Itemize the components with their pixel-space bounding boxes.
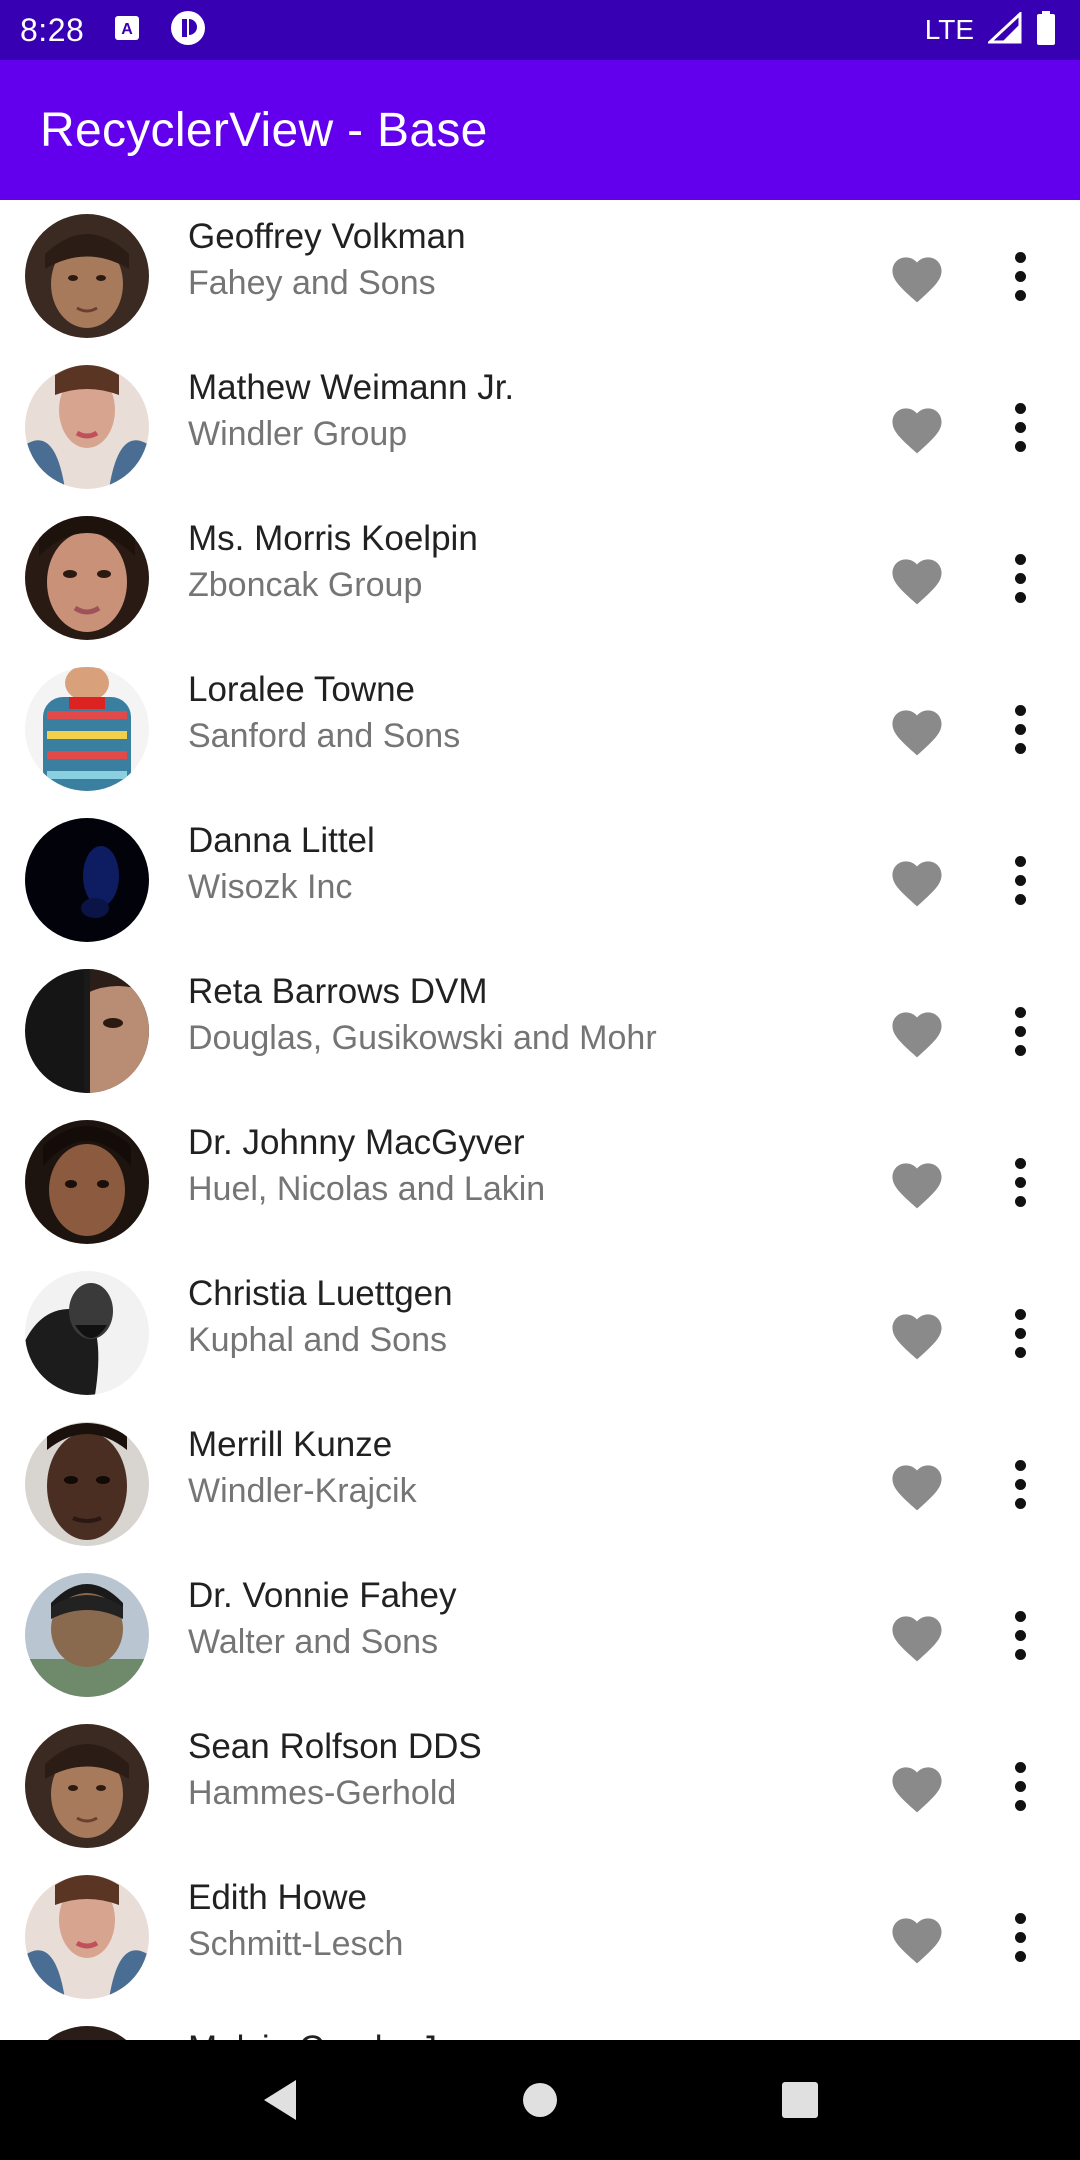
avatar	[25, 969, 149, 1093]
more-vert-icon[interactable]	[995, 1452, 1045, 1516]
item-company: Sanford and Sons	[188, 717, 461, 755]
avatar	[25, 1271, 149, 1395]
heart-icon[interactable]	[887, 1911, 947, 1965]
item-name: Reta Barrows DVM	[188, 972, 488, 1011]
heart-icon[interactable]	[887, 854, 947, 908]
heart-icon[interactable]	[887, 1156, 947, 1210]
heart-icon[interactable]	[887, 703, 947, 757]
list-item[interactable]: Merrill Kunze Windler-Krajcik	[0, 1408, 1080, 1559]
more-vert-icon[interactable]	[995, 546, 1045, 610]
heart-icon[interactable]	[887, 1760, 947, 1814]
item-company: Windler Group	[188, 415, 408, 453]
item-company: Windler-Krajcik	[188, 1472, 417, 1510]
item-company: Douglas, Gusikowski and Mohr	[188, 1019, 657, 1057]
list-item[interactable]: Melvin Crooks Jr.	[0, 2012, 1080, 2040]
list-item[interactable]: Geoffrey Volkman Fahey and Sons	[0, 200, 1080, 351]
recents-icon[interactable]	[760, 2060, 840, 2140]
item-name: Ms. Morris Koelpin	[188, 519, 478, 558]
avatar	[25, 1422, 149, 1546]
battery-icon	[1036, 10, 1056, 50]
list-item[interactable]: Edith Howe Schmitt-Lesch	[0, 1861, 1080, 2012]
item-company: Wisozk Inc	[188, 868, 353, 906]
item-company: Zboncak Group	[188, 566, 423, 604]
item-name: Loralee Towne	[188, 670, 416, 709]
item-company: Schmitt-Lesch	[188, 1925, 404, 1963]
item-company: Hammes-Gerhold	[188, 1774, 457, 1812]
avatar	[25, 1724, 149, 1848]
heart-icon[interactable]	[887, 1458, 947, 1512]
more-vert-icon[interactable]	[995, 697, 1045, 761]
item-name: Dr. Vonnie Fahey	[188, 1576, 457, 1615]
screen: 8:28 A LTE RecyclerView - Base Geoffrey …	[0, 0, 1080, 2160]
avatar	[25, 1120, 149, 1244]
data-saver-icon	[170, 10, 206, 51]
status-bar: 8:28 A LTE	[0, 0, 1080, 60]
network-type: LTE	[924, 14, 974, 45]
item-name: Danna Littel	[188, 821, 375, 860]
list-item[interactable]: Sean Rolfson DDS Hammes-Gerhold	[0, 1710, 1080, 1861]
list-item[interactable]: Dr. Vonnie Fahey Walter and Sons	[0, 1559, 1080, 1710]
heart-icon[interactable]	[887, 1307, 947, 1361]
item-name: Edith Howe	[188, 1878, 367, 1917]
list-item[interactable]: Danna Littel Wisozk Inc	[0, 804, 1080, 955]
avatar	[25, 2026, 149, 2040]
list-item[interactable]: Reta Barrows DVM Douglas, Gusikowski and…	[0, 955, 1080, 1106]
list-item[interactable]: Loralee Towne Sanford and Sons	[0, 653, 1080, 804]
more-vert-icon[interactable]	[995, 1603, 1045, 1667]
more-vert-icon[interactable]	[995, 848, 1045, 912]
list-item[interactable]: Mathew Weimann Jr. Windler Group	[0, 351, 1080, 502]
back-icon[interactable]	[240, 2060, 320, 2140]
avatar	[25, 516, 149, 640]
item-name: Geoffrey Volkman	[188, 217, 466, 256]
item-name: Christia Luettgen	[188, 1274, 453, 1313]
list-item[interactable]: Dr. Johnny MacGyver Huel, Nicolas and La…	[0, 1106, 1080, 1257]
list-item[interactable]: Christia Luettgen Kuphal and Sons	[0, 1257, 1080, 1408]
signal-icon	[986, 10, 1022, 49]
recycler-list[interactable]: Geoffrey Volkman Fahey and Sons Mathew W…	[0, 200, 1080, 2040]
keyboard-a-icon: A	[114, 15, 140, 46]
app-title: RecyclerView - Base	[40, 103, 488, 157]
more-vert-icon[interactable]	[995, 1905, 1045, 1969]
item-name: Sean Rolfson DDS	[188, 1727, 482, 1766]
heart-icon[interactable]	[887, 1005, 947, 1059]
more-vert-icon[interactable]	[995, 999, 1045, 1063]
item-name: Melvin Crooks Jr.	[188, 2029, 456, 2040]
home-icon[interactable]	[500, 2060, 580, 2140]
navigation-bar	[0, 2040, 1080, 2160]
item-company: Walter and Sons	[188, 1623, 439, 1661]
more-vert-icon[interactable]	[995, 1754, 1045, 1818]
item-name: Mathew Weimann Jr.	[188, 368, 515, 407]
avatar	[25, 365, 149, 489]
avatar	[25, 667, 149, 791]
more-vert-icon[interactable]	[995, 1301, 1045, 1365]
item-company: Huel, Nicolas and Lakin	[188, 1170, 546, 1208]
list-item[interactable]: Ms. Morris Koelpin Zboncak Group	[0, 502, 1080, 653]
status-time: 8:28	[20, 11, 85, 48]
more-vert-icon[interactable]	[995, 395, 1045, 459]
heart-icon[interactable]	[887, 1609, 947, 1663]
more-vert-icon[interactable]	[995, 1150, 1045, 1214]
heart-icon[interactable]	[887, 401, 947, 455]
heart-icon[interactable]	[887, 250, 947, 304]
heart-icon[interactable]	[887, 552, 947, 606]
item-company: Kuphal and Sons	[188, 1321, 447, 1359]
item-name: Merrill Kunze	[188, 1425, 393, 1464]
avatar	[25, 818, 149, 942]
svg-text:A: A	[122, 21, 134, 38]
more-vert-icon[interactable]	[995, 244, 1045, 308]
item-company: Fahey and Sons	[188, 264, 436, 302]
avatar	[25, 1875, 149, 1999]
app-bar: RecyclerView - Base	[0, 60, 1080, 200]
item-name: Dr. Johnny MacGyver	[188, 1123, 525, 1162]
avatar	[25, 214, 149, 338]
avatar	[25, 1573, 149, 1697]
